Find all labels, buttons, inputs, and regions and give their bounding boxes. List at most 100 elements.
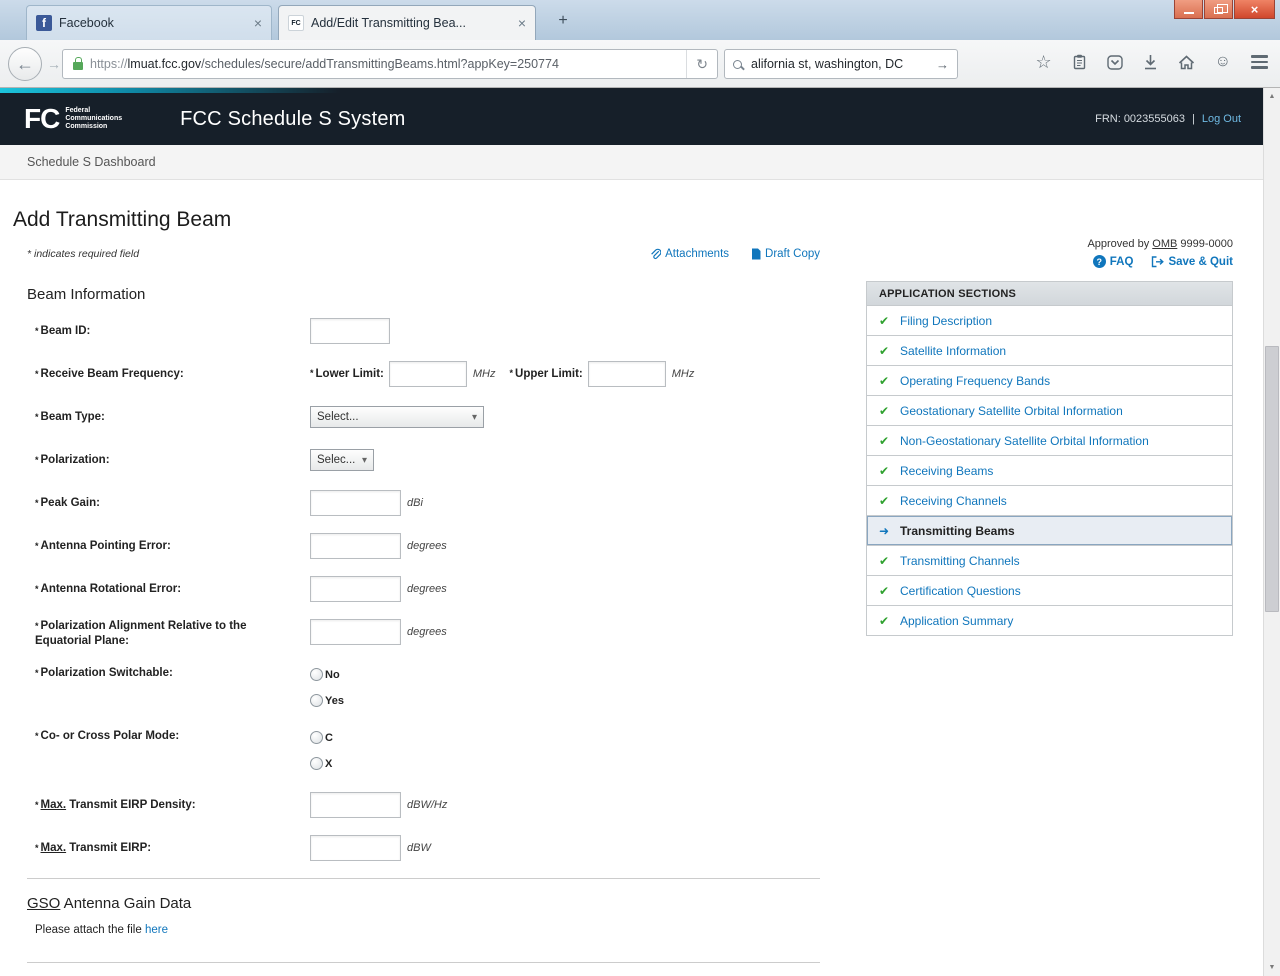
antenna-pointing-error-label: *Antenna Pointing Error:: [35, 539, 310, 554]
sidebar-item-transmitting-channels[interactable]: ✔ Transmitting Channels: [867, 545, 1232, 575]
beam-id-input[interactable]: [310, 318, 390, 344]
polarization-alignment-input[interactable]: [310, 619, 401, 645]
reading-list-icon[interactable]: [1072, 54, 1087, 70]
max-transmit-eirp-input[interactable]: [310, 835, 401, 861]
polar-mode-x-radio[interactable]: X: [310, 757, 333, 770]
polarization-switchable-label: *Polarization Switchable:: [35, 666, 310, 681]
upper-limit-label: *Upper Limit:: [510, 368, 583, 380]
url-bar[interactable]: https://lmuat.fcc.gov/schedules/secure/a…: [62, 49, 718, 79]
sidebar-item-certification-questions[interactable]: ✔ Certification Questions: [867, 575, 1232, 605]
forward-button[interactable]: →: [47, 56, 61, 72]
tab-fcc-schedule-s[interactable]: FC Add/Edit Transmitting Bea... ×: [278, 5, 536, 40]
lower-limit-unit: MHz: [473, 368, 496, 380]
application-sections-panel: APPLICATION SECTIONS ✔ Filing Descriptio…: [866, 281, 1233, 636]
lower-limit-input[interactable]: [389, 361, 467, 387]
attachments-link[interactable]: Attachments: [650, 248, 729, 261]
new-tab-button[interactable]: +: [550, 9, 576, 33]
page-scrollbar[interactable]: ▲ ▼: [1263, 88, 1280, 976]
faq-link[interactable]: ? FAQ: [1093, 255, 1134, 268]
sidebar-item-geostationary-satellite-orbital-information[interactable]: ✔ Geostationary Satellite Orbital Inform…: [867, 395, 1232, 425]
check-icon: ✔: [879, 464, 892, 478]
save-quit-link[interactable]: Save & Quit: [1151, 256, 1233, 268]
downloads-icon[interactable]: [1143, 54, 1158, 70]
restore-button[interactable]: [1204, 0, 1233, 19]
scroll-down-icon[interactable]: ▼: [1264, 959, 1280, 976]
facebook-icon: f: [36, 15, 52, 31]
reload-button[interactable]: ↻: [686, 50, 717, 78]
question-icon: ?: [1093, 255, 1106, 268]
polarization-switchable-no-radio[interactable]: No: [310, 668, 344, 681]
scrollbar-thumb[interactable]: [1265, 346, 1279, 612]
bookmark-star-icon[interactable]: ☆: [1036, 53, 1052, 71]
check-icon: ✔: [879, 344, 892, 358]
scroll-up-icon[interactable]: ▲: [1264, 88, 1280, 105]
antenna-pointing-error-input[interactable]: [310, 533, 401, 559]
back-button[interactable]: ←: [8, 47, 42, 81]
upper-limit-unit: MHz: [672, 368, 695, 380]
draft-copy-link[interactable]: Draft Copy: [751, 248, 820, 260]
form-row: *Antenna Pointing Error: degrees: [35, 533, 815, 559]
sidebar-item-satellite-information[interactable]: ✔ Satellite Information: [867, 335, 1232, 365]
polarization-alignment-label: *Polarization Alignment Relative to the …: [35, 619, 310, 649]
antenna-rotational-error-label: *Antenna Rotational Error:: [35, 582, 310, 597]
sidebar-item-receiving-channels[interactable]: ✔ Receiving Channels: [867, 485, 1232, 515]
upper-limit-input[interactable]: [588, 361, 666, 387]
hello-smiley-icon[interactable]: ☺: [1215, 54, 1231, 70]
beam-type-label: *Beam Type:: [35, 410, 310, 425]
current-section-arrow-icon: ➜: [879, 524, 892, 538]
menu-hamburger-icon[interactable]: [1251, 55, 1268, 68]
search-go-icon[interactable]: →: [936, 57, 949, 72]
sidebar-item-receiving-beams[interactable]: ✔ Receiving Beams: [867, 455, 1232, 485]
page-viewport: FC Federal Communications Commission FCC…: [0, 88, 1263, 976]
close-icon: ×: [1251, 2, 1259, 17]
tab-title: Facebook: [59, 16, 248, 30]
fcc-logo-text: Federal Communications Commission: [65, 107, 122, 131]
antenna-rotational-error-input[interactable]: [310, 576, 401, 602]
peak-gain-label: *Peak Gain:: [35, 496, 310, 511]
sidebar-item-operating-frequency-bands[interactable]: ✔ Operating Frequency Bands: [867, 365, 1232, 395]
header-divider: |: [1192, 113, 1195, 125]
sidebar-item-filing-description[interactable]: ✔ Filing Description: [867, 305, 1232, 335]
toolbar-actions: ☆ ☺: [1036, 53, 1268, 71]
tab-facebook[interactable]: f Facebook ×: [26, 5, 272, 40]
breadcrumb-dashboard-link[interactable]: Schedule S Dashboard: [27, 155, 156, 169]
browser-tab-bar: × f Facebook × FC Add/Edit Transmitting …: [0, 0, 1280, 40]
receive-beam-frequency-label: *Receive Beam Frequency:: [35, 367, 310, 382]
polarization-select[interactable]: Selec... ▾: [310, 449, 374, 471]
check-icon: ✔: [879, 584, 892, 598]
check-icon: ✔: [879, 614, 892, 628]
form-row: *Polarization Switchable: No Yes: [35, 666, 815, 707]
check-icon: ✔: [879, 434, 892, 448]
reload-icon: ↻: [696, 56, 708, 73]
minimize-button[interactable]: [1174, 0, 1203, 19]
form-row: *Peak Gain: dBi: [35, 490, 815, 516]
site-header: FC Federal Communications Commission FCC…: [0, 88, 1263, 145]
omb-approval-text: Approved by OMB 9999-0000: [1087, 238, 1233, 250]
form-row: *Beam Type: Select... ▾: [35, 404, 815, 430]
max-transmit-eirp-density-input[interactable]: [310, 792, 401, 818]
search-bar[interactable]: →: [724, 49, 958, 79]
tab-close-icon[interactable]: ×: [254, 16, 262, 30]
sidebar-item-transmitting-beams[interactable]: ➜ Transmitting Beams: [867, 515, 1232, 545]
home-icon[interactable]: [1178, 55, 1195, 70]
attach-here-link[interactable]: here: [145, 924, 168, 936]
polarization-switchable-yes-radio[interactable]: Yes: [310, 694, 344, 707]
exit-icon: [1151, 256, 1164, 268]
back-icon: ←: [16, 54, 34, 75]
close-button[interactable]: ×: [1234, 0, 1275, 19]
tab-close-icon[interactable]: ×: [518, 16, 526, 30]
pocket-icon[interactable]: [1107, 55, 1123, 70]
search-input[interactable]: [749, 56, 932, 72]
sidebar-item-application-summary[interactable]: ✔ Application Summary: [867, 605, 1232, 635]
frn-label: FRN: 0023555063: [1095, 113, 1185, 125]
logout-link[interactable]: Log Out: [1202, 113, 1241, 125]
main-content: Add Transmitting Beam Approved by OMB 99…: [0, 208, 1263, 976]
sidebar-item-non-geostationary-satellite-orbital-information[interactable]: ✔ Non-Geostationary Satellite Orbital In…: [867, 425, 1232, 455]
beam-type-select[interactable]: Select... ▾: [310, 406, 484, 428]
polar-mode-c-radio[interactable]: C: [310, 731, 333, 744]
minimize-icon: [1184, 12, 1194, 14]
page-head-right: Approved by OMB 9999-0000 ? FAQ Save & Q…: [1087, 238, 1233, 268]
peak-gain-input[interactable]: [310, 490, 401, 516]
section-divider: [27, 878, 820, 879]
form-row: *Max. Transmit EIRP: dBW: [35, 835, 815, 861]
